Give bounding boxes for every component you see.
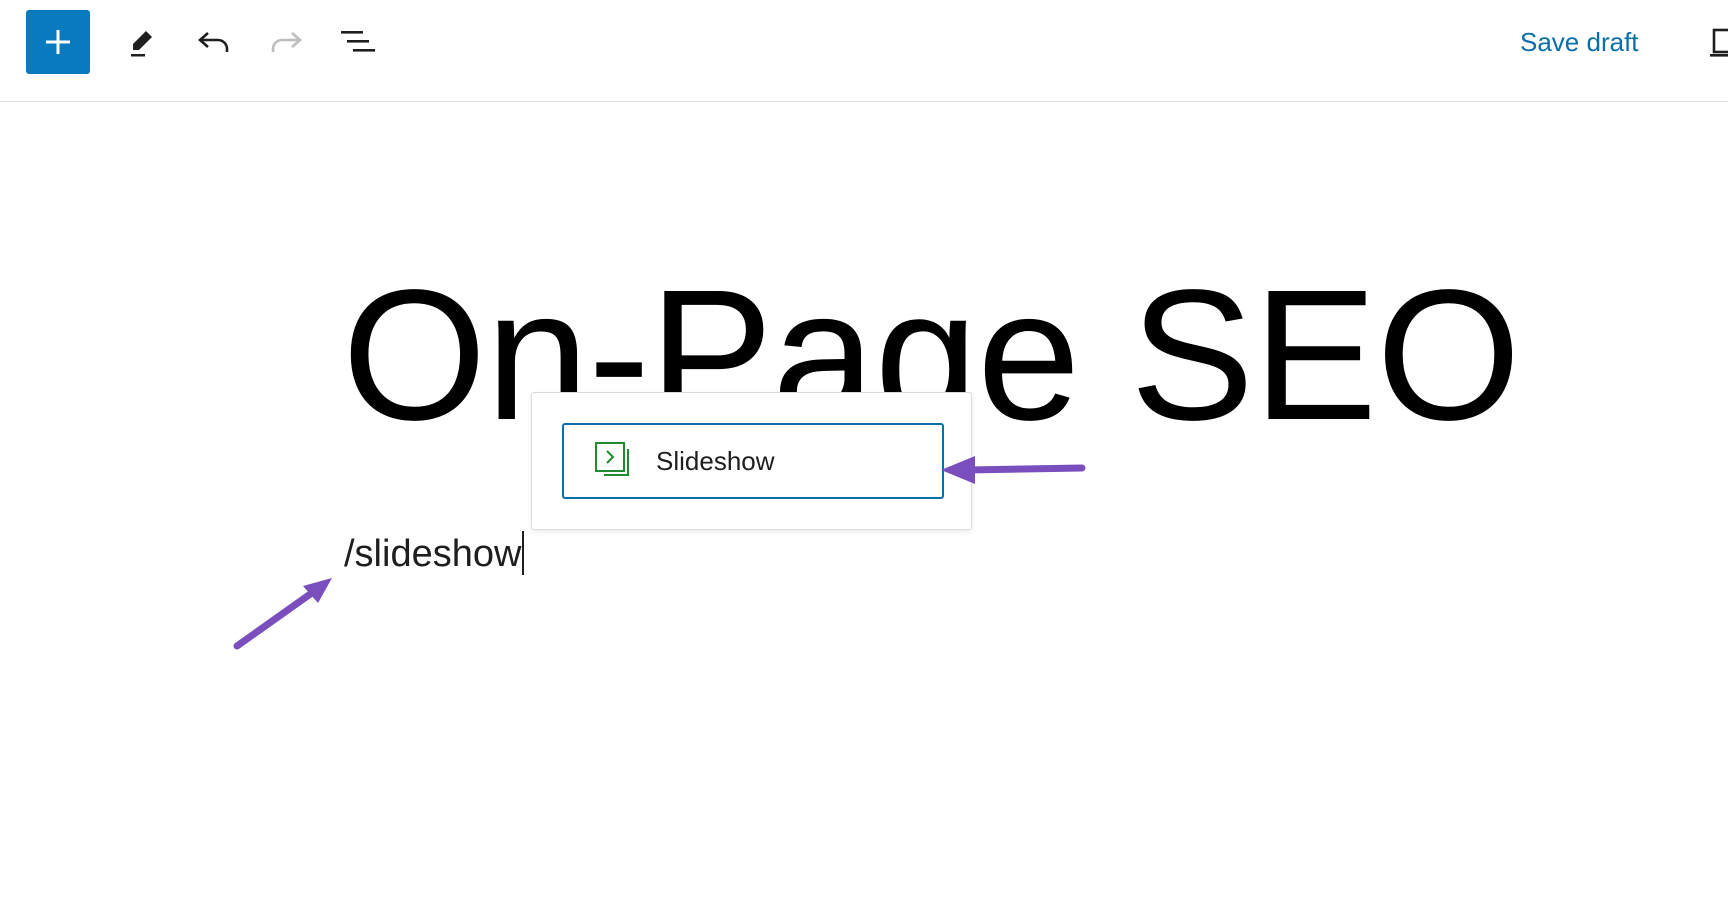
- redo-button[interactable]: [262, 18, 310, 66]
- paragraph-text: /slideshow: [344, 533, 522, 575]
- autocomplete-option-slideshow[interactable]: Slideshow: [562, 423, 944, 499]
- preview-button[interactable]: [1708, 24, 1728, 64]
- redo-icon: [271, 32, 302, 52]
- preview-device-icon: [1710, 28, 1728, 57]
- editor-toolbar: Save draft: [0, 0, 1728, 102]
- list-view-icon: [341, 31, 375, 52]
- text-caret: [522, 531, 525, 575]
- plus-icon: [46, 30, 70, 54]
- add-block-button[interactable]: [26, 10, 90, 74]
- list-view-button[interactable]: [334, 18, 382, 66]
- paragraph-block[interactable]: /slideshow: [344, 528, 525, 580]
- autocomplete-option-label: Slideshow: [656, 445, 775, 476]
- tools-button[interactable]: [118, 18, 166, 66]
- pencil-icon: [131, 31, 152, 57]
- block-autocomplete-popover: Slideshow: [531, 392, 972, 530]
- arrow-to-slash-command: [233, 578, 332, 650]
- undo-icon: [198, 32, 229, 52]
- save-draft-button[interactable]: Save draft: [1520, 24, 1639, 60]
- slideshow-icon: [594, 441, 634, 481]
- undo-button[interactable]: [190, 18, 238, 66]
